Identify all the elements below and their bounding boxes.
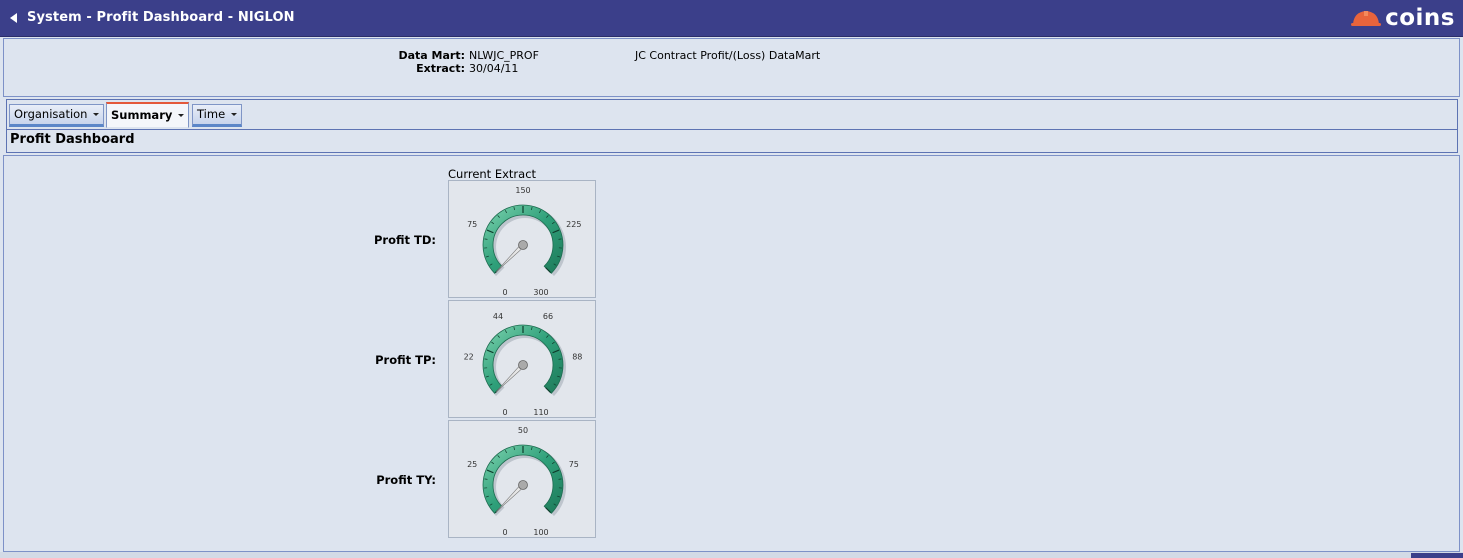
gauge-label-profit-ty: Profit TY:	[376, 473, 436, 487]
gauge-tick-label: 50	[518, 426, 528, 435]
gauge-dial: 0 75 150 225 300	[467, 186, 581, 297]
dashboard-content	[3, 155, 1460, 552]
gauge-hub	[518, 480, 528, 490]
gauge-profit-td[interactable]: 0 75 150 225 300	[448, 180, 596, 298]
gauge-tick-label: 75	[467, 220, 477, 229]
data-mart-value: NLWJC_PROF	[469, 49, 539, 62]
data-mart-label: Data Mart:	[398, 49, 465, 62]
coins-logo: coins	[1350, 5, 1455, 31]
gauge-tick-label: 100	[533, 528, 548, 537]
chevron-down-icon	[231, 113, 238, 116]
gauge-tick-label: 44	[493, 312, 503, 321]
gauge-tick-label: 110	[533, 408, 548, 417]
gauge-tick-label: 300	[533, 288, 548, 297]
gauge-label-profit-td: Profit TD:	[373, 233, 436, 247]
extract-label: Extract:	[416, 62, 465, 75]
tabs-divider	[7, 129, 1457, 130]
gauge-dial: 0 25 50 75 100	[467, 426, 579, 537]
gauge-hub	[518, 360, 528, 370]
title-bar: System - Profit Dashboard - NIGLON coins	[0, 0, 1463, 37]
tab-summary[interactable]: Summary	[106, 102, 190, 128]
tab-organisation[interactable]: Organisation	[9, 104, 105, 127]
tab-time[interactable]: Time	[192, 104, 243, 127]
extract-value: 30/04/11	[469, 62, 519, 75]
tab-label: Organisation	[14, 107, 88, 121]
gauge-tick-label: 0	[502, 408, 507, 417]
back-arrow-icon[interactable]	[8, 12, 20, 24]
gauge-tick-label: 150	[515, 186, 530, 195]
column-title: Current Extract	[448, 167, 537, 181]
datamart-info-panel: Data Mart: NLWJC_PROF Extract: 30/04/11 …	[3, 38, 1460, 97]
tab-label: Time	[197, 107, 226, 121]
gauge-tick-label: 75	[569, 460, 579, 469]
tabs-panel: Organisation Summary Time Profit Dashboa…	[6, 99, 1458, 153]
gauge-tick-label: 66	[543, 312, 553, 321]
gauge-tick-label: 225	[566, 220, 581, 229]
window-title: System - Profit Dashboard - NIGLON	[27, 10, 295, 25]
gauge-profit-tp[interactable]: 0 22 44 66 88 110	[448, 300, 596, 418]
gauge-tick-label: 25	[467, 460, 477, 469]
gauge-profit-ty[interactable]: 0 25 50 75 100	[448, 420, 596, 538]
gauge-tick-label: 0	[502, 288, 507, 297]
tab-label: Summary	[111, 108, 173, 122]
logo-text: coins	[1385, 5, 1455, 31]
chevron-down-icon	[93, 113, 100, 116]
gauge-tick-label: 88	[572, 352, 582, 361]
status-bar	[0, 552, 1463, 558]
gauge-label-profit-tp: Profit TP:	[375, 353, 436, 367]
hard-hat-icon	[1351, 11, 1382, 26]
gauge-tick-label: 22	[464, 352, 474, 361]
chevron-down-icon	[178, 114, 185, 117]
gauge-dial: 0 22 44 66 88 110	[464, 312, 583, 417]
section-title: Profit Dashboard	[10, 132, 135, 147]
status-bar-accent	[1411, 553, 1463, 558]
gauge-hub	[518, 240, 528, 250]
datamart-description: JC Contract Profit/(Loss) DataMart	[635, 49, 821, 62]
gauge-tick-label: 0	[502, 528, 507, 537]
